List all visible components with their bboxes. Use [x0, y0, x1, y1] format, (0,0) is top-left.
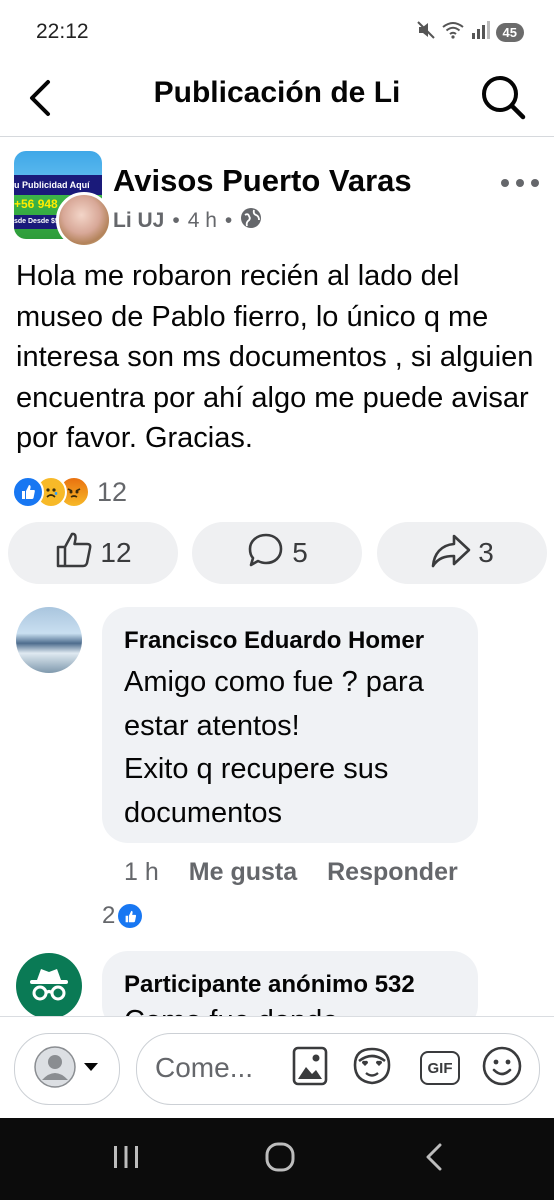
- battery-indicator: 45: [495, 23, 524, 42]
- chevron-down-icon: [82, 1060, 100, 1078]
- status-time: 22:12: [36, 20, 89, 43]
- globe-icon: [240, 207, 262, 235]
- avatar-sticker-button[interactable]: [351, 1047, 393, 1089]
- avatar-sticker-icon: [349, 1045, 395, 1092]
- comment-text-line: estar atentos!: [124, 709, 300, 742]
- recent-apps-icon: [111, 1144, 141, 1175]
- post-time[interactable]: 4 h: [188, 209, 217, 233]
- system-back-button[interactable]: [404, 1138, 464, 1180]
- comment-placeholder: Come...: [155, 1052, 254, 1083]
- system-nav-bar: [0, 1118, 554, 1200]
- comment-button[interactable]: 5: [192, 522, 362, 584]
- thumbs-up-icon: [54, 530, 94, 577]
- search-icon: [478, 76, 528, 126]
- profile-switcher[interactable]: [14, 1033, 120, 1105]
- reactions-count: 12: [97, 476, 128, 507]
- like-reaction-icon: [12, 476, 44, 508]
- back-button[interactable]: [20, 76, 64, 120]
- comment-reaction-count: 2: [102, 902, 116, 929]
- avatar-ad-text-2: +56 948: [14, 197, 58, 211]
- photo-icon: [291, 1045, 329, 1092]
- share-arrow-icon: [430, 530, 472, 577]
- emoji-icon: [481, 1045, 523, 1092]
- comment-author[interactable]: Francisco Eduardo Homer: [124, 627, 424, 655]
- back-arrow-icon: [20, 80, 64, 124]
- comment-input[interactable]: Come... GIF: [136, 1033, 540, 1105]
- home-icon: [264, 1141, 296, 1178]
- anonymous-avatar[interactable]: [16, 953, 82, 1019]
- gif-icon: GIF: [420, 1051, 460, 1085]
- author-avatar[interactable]: [56, 192, 112, 248]
- photo-button[interactable]: [289, 1045, 331, 1092]
- share-button[interactable]: 3: [377, 522, 547, 584]
- signal-icon: [470, 21, 490, 44]
- emoji-button[interactable]: [481, 1045, 523, 1092]
- profile-avatar-icon: [34, 1045, 76, 1093]
- comment-author[interactable]: Participante anónimo 532: [124, 971, 415, 999]
- comment-bubble-icon: [246, 530, 286, 577]
- likes-count: 12: [100, 537, 132, 568]
- recent-apps-button[interactable]: [96, 1138, 156, 1180]
- gif-button[interactable]: GIF: [419, 1047, 461, 1089]
- comment-composer: Come... GIF: [0, 1016, 554, 1119]
- status-bar: 22:12 45: [0, 0, 554, 62]
- shares-count: 3: [478, 537, 494, 568]
- comment-bubble: Francisco Eduardo Homer Amigo como fue ?…: [102, 607, 478, 843]
- more-options-button[interactable]: [500, 163, 540, 197]
- comment-text-line: Amigo como fue ? para: [124, 666, 424, 698]
- post-author[interactable]: Li UJ: [113, 209, 164, 233]
- page-name[interactable]: Avisos Puerto Varas: [113, 163, 412, 199]
- comment-time: 1 h: [124, 858, 159, 886]
- meta-separator: •: [224, 209, 233, 232]
- commenter-avatar[interactable]: [16, 607, 82, 673]
- app-header: Publicación de Li: [0, 62, 554, 137]
- comments-count: 5: [292, 537, 308, 568]
- back-chevron-icon: [423, 1142, 445, 1177]
- reactions-summary[interactable]: 12: [12, 476, 127, 508]
- like-button[interactable]: 12: [8, 522, 178, 584]
- home-button[interactable]: [250, 1138, 310, 1180]
- comment-actions: 1 h Me gusta Responder: [124, 858, 458, 887]
- comment-like-button[interactable]: Me gusta: [189, 858, 297, 887]
- comment-reaction-summary[interactable]: 2: [102, 902, 143, 930]
- comment-text: Amigo como fue ? para estar atentos! Exi…: [124, 661, 469, 835]
- wifi-icon: [441, 21, 464, 44]
- incognito-icon: [27, 966, 71, 1007]
- mute-icon: [416, 20, 436, 45]
- status-icons: 45: [416, 20, 524, 45]
- like-reaction-icon: [118, 904, 143, 928]
- meta-separator: •: [172, 209, 180, 232]
- page-title: Publicación de Li: [153, 76, 401, 109]
- comment-text-line: Exito q recupere sus: [124, 753, 389, 785]
- post-text: Hola me robaron recién al lado del museo…: [16, 260, 534, 454]
- post-meta: Li UJ • 4 h •: [113, 207, 262, 235]
- search-button[interactable]: [478, 72, 528, 122]
- comment-text-line: documentos: [124, 796, 282, 829]
- more-dots-icon: [500, 163, 540, 196]
- comment-reply-button[interactable]: Responder: [327, 858, 458, 887]
